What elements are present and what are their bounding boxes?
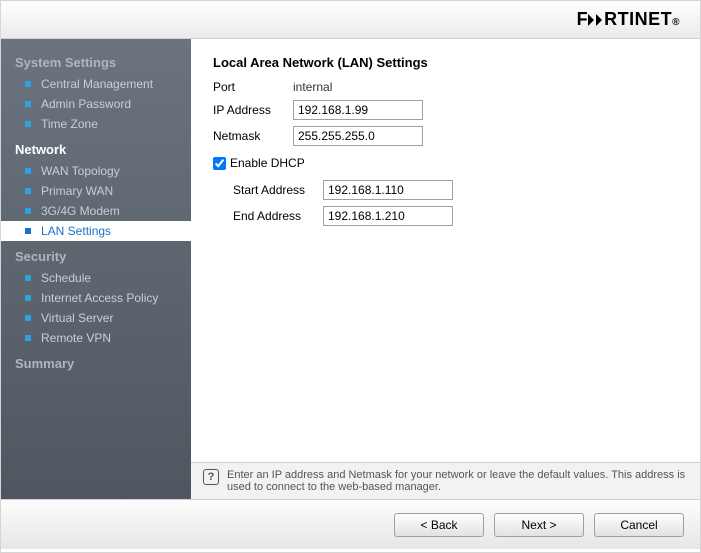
end-address-input[interactable] bbox=[323, 206, 453, 226]
sidebar-item-label: 3G/4G Modem bbox=[41, 204, 120, 218]
sidebar-item-3g4g-modem[interactable]: 3G/4G Modem bbox=[1, 201, 191, 221]
hint-text: Enter an IP address and Netmask for your… bbox=[227, 469, 688, 493]
row-start-address: Start Address bbox=[213, 180, 678, 200]
dhcp-fields: Start Address End Address bbox=[213, 180, 678, 226]
sidebar-group-summary[interactable]: Summary bbox=[1, 348, 191, 375]
sidebar-item-remote-vpn[interactable]: Remote VPN bbox=[1, 328, 191, 348]
sidebar-item-time-zone[interactable]: Time Zone bbox=[1, 114, 191, 134]
sidebar-group-system-settings[interactable]: System Settings bbox=[1, 47, 191, 74]
sidebar-item-virtual-server[interactable]: Virtual Server bbox=[1, 308, 191, 328]
enable-dhcp-checkbox[interactable] bbox=[213, 157, 226, 170]
sidebar-item-primary-wan[interactable]: Primary WAN bbox=[1, 181, 191, 201]
sidebar-item-label: WAN Topology bbox=[41, 164, 120, 178]
sidebar-item-admin-password[interactable]: Admin Password bbox=[1, 94, 191, 114]
bullet-icon bbox=[25, 81, 31, 87]
body-area: System Settings Central Management Admin… bbox=[1, 39, 700, 499]
bullet-icon bbox=[25, 228, 31, 234]
port-label: Port bbox=[213, 80, 293, 94]
ip-address-input[interactable] bbox=[293, 100, 423, 120]
bullet-icon bbox=[25, 275, 31, 281]
sidebar-item-internet-access-policy[interactable]: Internet Access Policy bbox=[1, 288, 191, 308]
netmask-label: Netmask bbox=[213, 129, 293, 143]
bullet-icon bbox=[25, 121, 31, 127]
start-address-input[interactable] bbox=[323, 180, 453, 200]
help-icon: ? bbox=[203, 469, 219, 485]
row-end-address: End Address bbox=[213, 206, 678, 226]
start-address-label: Start Address bbox=[213, 183, 323, 197]
sidebar-item-label: Central Management bbox=[41, 77, 153, 91]
sidebar-item-lan-settings[interactable]: LAN Settings bbox=[1, 221, 191, 241]
sidebar-item-central-management[interactable]: Central Management bbox=[1, 74, 191, 94]
fortinet-logo: FRTINET® bbox=[577, 9, 680, 30]
sidebar-item-label: Virtual Server bbox=[41, 311, 113, 325]
next-button[interactable]: Next > bbox=[494, 513, 584, 537]
sidebar: System Settings Central Management Admin… bbox=[1, 39, 191, 499]
sidebar-item-label: Internet Access Policy bbox=[41, 291, 158, 305]
sidebar-item-label: Remote VPN bbox=[41, 331, 111, 345]
bullet-icon bbox=[25, 295, 31, 301]
header-bar: FRTINET® bbox=[1, 1, 700, 39]
sidebar-group-network[interactable]: Network bbox=[1, 134, 191, 161]
hint-bar: ? Enter an IP address and Netmask for yo… bbox=[191, 462, 700, 499]
sidebar-item-label: Admin Password bbox=[41, 97, 131, 111]
netmask-input[interactable] bbox=[293, 126, 423, 146]
sidebar-item-label: Time Zone bbox=[41, 117, 98, 131]
sidebar-item-schedule[interactable]: Schedule bbox=[1, 268, 191, 288]
row-port: Port internal bbox=[213, 80, 678, 94]
bullet-icon bbox=[25, 168, 31, 174]
cancel-button[interactable]: Cancel bbox=[594, 513, 684, 537]
bullet-icon bbox=[25, 188, 31, 194]
bullet-icon bbox=[25, 208, 31, 214]
sidebar-item-label: Schedule bbox=[41, 271, 91, 285]
back-button[interactable]: < Back bbox=[394, 513, 484, 537]
bullet-icon bbox=[25, 101, 31, 107]
ip-address-label: IP Address bbox=[213, 103, 293, 117]
dhcp-block: Enable DHCP Start Address End Address bbox=[213, 156, 678, 226]
sidebar-item-wan-topology[interactable]: WAN Topology bbox=[1, 161, 191, 181]
bullet-icon bbox=[25, 335, 31, 341]
enable-dhcp-row: Enable DHCP bbox=[213, 156, 678, 170]
row-netmask: Netmask bbox=[213, 126, 678, 146]
sidebar-item-label: Primary WAN bbox=[41, 184, 113, 198]
footer-bar: < Back Next > Cancel bbox=[1, 499, 700, 549]
logo-triangle-1-icon bbox=[588, 14, 594, 26]
enable-dhcp-label: Enable DHCP bbox=[230, 156, 305, 170]
sidebar-item-label: LAN Settings bbox=[41, 224, 111, 238]
end-address-label: End Address bbox=[213, 209, 323, 223]
sidebar-group-security[interactable]: Security bbox=[1, 241, 191, 268]
page-title: Local Area Network (LAN) Settings bbox=[213, 55, 678, 70]
logo-triangle-2-icon bbox=[596, 14, 602, 26]
port-value: internal bbox=[293, 80, 332, 94]
row-ip-address: IP Address bbox=[213, 100, 678, 120]
bullet-icon bbox=[25, 315, 31, 321]
content-panel: Local Area Network (LAN) Settings Port i… bbox=[191, 39, 700, 499]
